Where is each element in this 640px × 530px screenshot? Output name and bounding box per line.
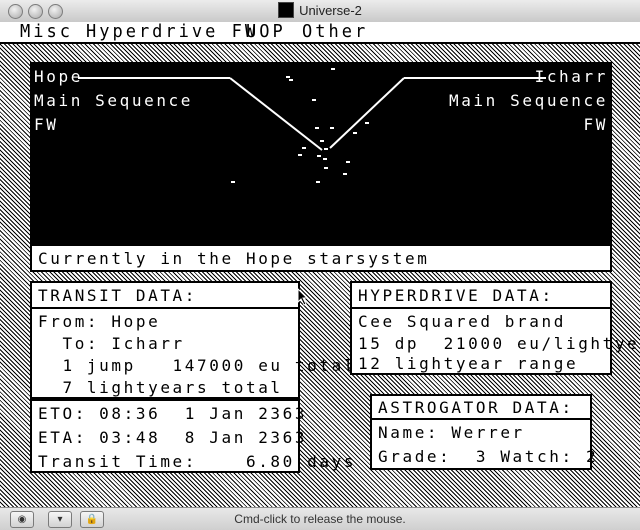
- hyperdrive-title-box: HYPERDRIVE DATA:: [350, 281, 612, 309]
- transit-to: To: Icharr: [38, 334, 185, 353]
- hyperdrive-panel: Cee Squared brand 15 dp 21000 eu/lightye…: [350, 307, 640, 375]
- status-text: Currently in the Hope starsystem: [38, 249, 430, 268]
- menu-other[interactable]: Other: [302, 22, 368, 44]
- transit-time: Transit Time: 6.80 days: [38, 452, 357, 471]
- hyperdrive-range: 12 lightyear range: [358, 354, 579, 373]
- destination-class: Main Sequence: [448, 91, 608, 110]
- astrogator-title-box: ASTROGATOR DATA:: [370, 394, 592, 420]
- menu-misc[interactable]: Misc: [20, 22, 73, 44]
- destination-tag: FW: [583, 115, 608, 134]
- origin-class: Main Sequence: [34, 91, 194, 110]
- window-title: Universe-2: [0, 0, 640, 22]
- transit-title: TRANSIT DATA:: [38, 286, 198, 305]
- time-panel: ETO: 08:36 1 Jan 2363 ETA: 03:48 8 Jan 2…: [30, 399, 353, 473]
- astrogator-grade: Grade: 3 Watch: 2: [378, 447, 599, 466]
- astrogator-name: Name: Werrer: [378, 423, 525, 442]
- origin-name: Hope: [34, 67, 83, 86]
- hyperdrive-brand: Cee Squared brand: [358, 312, 566, 331]
- menu-bar: Misc Hyperdrive FW UOP Other: [0, 22, 640, 44]
- eta-value: ETA: 03:48 8 Jan 2363: [38, 428, 308, 447]
- eto-value: ETO: 08:36 1 Jan 2363: [38, 404, 308, 423]
- status-bar: Currently in the Hope starsystem: [30, 244, 612, 272]
- hyperdrive-title: HYPERDRIVE DATA:: [358, 286, 554, 305]
- mouse-cursor-icon: [297, 288, 307, 306]
- emulator-bottom-bar: ◉ ▾ 🔒 Cmd-click to release the mouse.: [0, 507, 640, 530]
- transit-from: From: Hope: [38, 312, 161, 331]
- route-line-descent: [229, 77, 323, 151]
- menu-uop[interactable]: UOP: [246, 22, 286, 44]
- star-map[interactable]: Hope Main Sequence FW Icharr Main Sequen…: [30, 62, 612, 244]
- transit-panel: From: Hope To: Icharr 1 jump 147000 eu t…: [30, 307, 353, 399]
- origin-tag: FW: [34, 115, 59, 134]
- menu-hyperdrive-fw[interactable]: Hyperdrive FW: [86, 22, 258, 44]
- transit-title-box: TRANSIT DATA:: [30, 281, 300, 309]
- transit-lightyears: 7 lightyears total: [38, 378, 283, 397]
- emulator-screen[interactable]: Misc Hyperdrive FW UOP Other Hope Main S…: [0, 22, 640, 507]
- route-line-ascent: [329, 77, 405, 149]
- astrogator-panel: Name: Werrer Grade: 3 Watch: 2: [370, 418, 596, 470]
- transit-jumps: 1 jump 147000 eu total: [38, 356, 357, 375]
- app-icon: [278, 2, 295, 18]
- release-mouse-hint: Cmd-click to release the mouse.: [234, 512, 406, 526]
- destination-name: Icharr: [534, 67, 608, 86]
- astrogator-title: ASTROGATOR DATA:: [378, 398, 574, 417]
- window-titlebar: Universe-2: [0, 0, 640, 23]
- hyperdrive-power: 15 dp 21000 eu/lightyear: [358, 334, 640, 353]
- star-field: [231, 68, 369, 183]
